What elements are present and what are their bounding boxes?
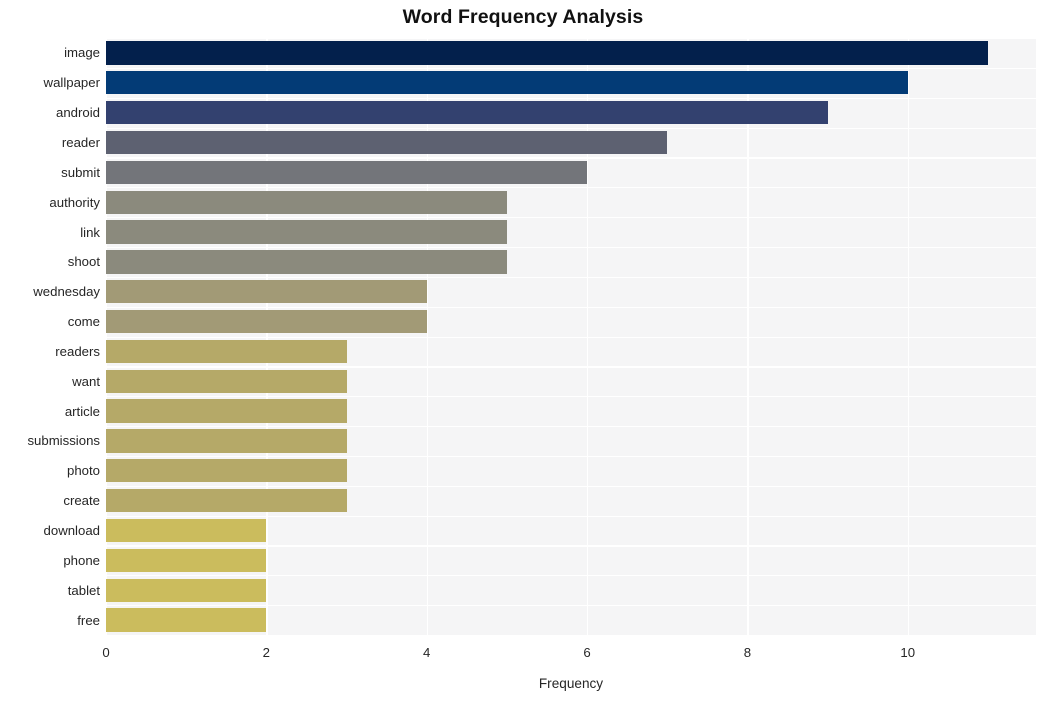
y-axis-tick-label: authority [49, 194, 100, 210]
gridline-horizontal [106, 217, 1036, 219]
gridline-horizontal [106, 97, 1036, 99]
bar[interactable] [106, 489, 347, 513]
bar[interactable] [106, 608, 267, 632]
bar[interactable] [106, 429, 347, 453]
y-axis-tick-label: create [63, 493, 100, 509]
y-axis-tick-label: android [56, 105, 100, 121]
gridline-horizontal [106, 67, 1036, 70]
gridline-horizontal [106, 455, 1036, 458]
gridline-horizontal [106, 635, 1036, 637]
bar[interactable] [106, 369, 347, 393]
y-axis-tick-label: photo [66, 463, 100, 479]
y-axis-tick-label: readers [55, 343, 100, 359]
bar[interactable] [106, 41, 988, 65]
y-axis-tick-label: wednesday [33, 284, 100, 300]
y-axis-tick-label: free [77, 612, 100, 628]
x-axis-tick-label: 10 [900, 645, 916, 660]
gridline-horizontal [106, 575, 1036, 577]
gridline-horizontal [106, 157, 1036, 159]
gridline-horizontal [106, 38, 1036, 40]
y-axis-tick-label: reader [61, 134, 100, 150]
chart-title: Word Frequency Analysis [402, 6, 644, 28]
gridline-horizontal [106, 396, 1036, 398]
y-axis-tick-label: article [64, 403, 100, 419]
x-axis-tick-label: 2 [262, 645, 271, 660]
bar[interactable] [106, 309, 427, 334]
y-axis-tick-label: want [72, 373, 100, 389]
bar[interactable] [106, 399, 347, 423]
y-axis-tick-label: image [64, 45, 100, 61]
x-axis-tick-labels: 0 2 4 6 8 10 [0, 646, 1046, 668]
bar[interactable] [106, 578, 267, 602]
gridline-horizontal [106, 187, 1036, 189]
y-axis-tick-label: tablet [67, 582, 100, 598]
x-axis-tick-label: 8 [743, 645, 752, 660]
y-axis-tick-label: phone [63, 552, 100, 568]
gridline-horizontal [106, 426, 1036, 428]
bar[interactable] [106, 339, 347, 364]
gridline-horizontal [106, 246, 1036, 249]
x-axis-tick-label: 0 [102, 645, 110, 660]
x-axis-title: Frequency [538, 676, 604, 691]
y-axis-tick-label: come [67, 314, 100, 330]
bar[interactable] [106, 100, 828, 125]
x-axis-tick-label: 4 [423, 645, 431, 660]
y-axis-tick-label: submissions [27, 433, 100, 449]
gridline-horizontal [106, 366, 1036, 368]
bar[interactable] [106, 160, 588, 184]
bar[interactable] [106, 190, 507, 214]
y-axis-tick-label: submit [61, 164, 100, 180]
gridline-horizontal [106, 605, 1036, 607]
bar[interactable] [106, 71, 908, 95]
gridline-horizontal [106, 515, 1036, 517]
gridline-horizontal [106, 545, 1036, 547]
y-axis-tick-label: download [43, 523, 100, 539]
bar[interactable] [106, 220, 507, 244]
bar[interactable] [106, 280, 427, 304]
gridline-horizontal [106, 306, 1036, 308]
gridline-horizontal [106, 485, 1036, 487]
y-axis-tick-label: wallpaper [43, 75, 100, 91]
bar[interactable] [106, 518, 267, 543]
gridline-horizontal [106, 276, 1036, 278]
y-axis-tick-label: shoot [67, 254, 100, 270]
y-axis-tick-label: link [80, 224, 100, 240]
x-axis-tick-label: 6 [583, 645, 591, 660]
bar[interactable] [106, 459, 347, 483]
plot-area [106, 38, 1036, 637]
y-axis-tick-labels: image wallpaper android reader submit authori… [0, 38, 100, 635]
gridline-horizontal [106, 336, 1036, 338]
bar[interactable] [106, 250, 507, 274]
bar[interactable] [106, 130, 668, 155]
gridline-horizontal [106, 127, 1036, 129]
chart-figure: Word Frequency Analysis image wallpaper an… [0, 0, 1046, 701]
bar[interactable] [106, 548, 267, 572]
